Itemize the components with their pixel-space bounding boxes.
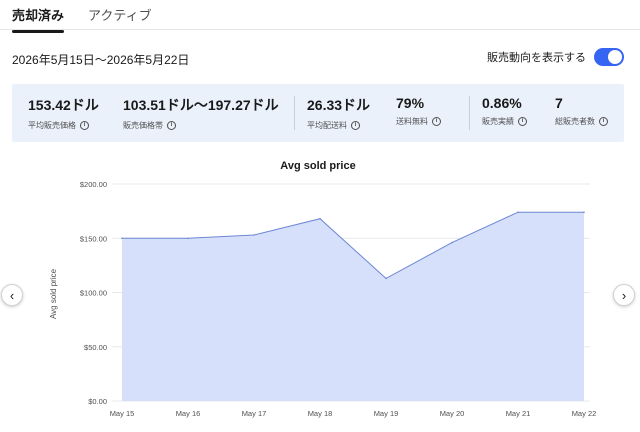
avg-sold-price-chart: Avg sold price $0.00 $50.00 $100.00 $150.00… [49,160,597,418]
stats-panel: 153.42ドル 平均販売価格 i 103.51ドル〜197.27ドル 販売価格… [12,84,624,142]
chart-prev-button[interactable]: ‹ [1,284,23,306]
tab-sold[interactable]: 売却済み [12,5,65,33]
y-tick-label: $0.00 [88,397,107,406]
x-tick-label: May 21 [506,409,531,418]
x-tick-label: May 15 [110,409,135,418]
x-tick-label: May 20 [440,409,465,418]
data-point [517,211,519,214]
info-icon[interactable]: i [599,117,608,126]
stat-label: 販売価格帯 [123,121,163,130]
info-icon[interactable]: i [167,121,176,130]
chevron-left-icon: ‹ [9,287,15,303]
data-point [451,241,453,244]
stat-label-row: 販売実績 i [482,116,527,127]
y-tick-label: $200.00 [80,180,107,189]
x-axis-ticks: May 15 May 16 May 17 May 18 May 19 May 20 May … [110,409,597,418]
stat-label: 販売実績 [482,117,514,126]
info-icon[interactable]: i [351,121,360,130]
stat-label-row: 総販売者数 i [555,116,608,127]
chart-title: Avg sold price [280,160,355,172]
data-point [583,211,585,214]
data-point [187,237,189,240]
stat-value: 26.33ドル [307,97,371,113]
trend-toggle-label: 販売動向を表示する [487,52,586,64]
x-tick-label: May 16 [176,409,201,418]
divider [469,96,470,130]
stat-label-row: 送料無料 i [396,116,441,127]
x-tick-label: May 19 [374,409,399,418]
tab-bar: 売却済み アクティブ [0,0,640,33]
area-fill [122,212,584,401]
stat-sell-through: 0.86% 販売実績 i [482,95,527,127]
info-icon[interactable]: i [518,117,527,126]
stat-value: 103.51ドル〜197.27ドル [123,97,279,113]
stat-avg-price: 153.42ドル 平均販売価格 i [28,95,99,131]
info-icon[interactable]: i [432,117,441,126]
stat-label-row: 平均販売価格 i [28,120,99,131]
y-tick-label: $150.00 [80,234,107,243]
trend-toggle-switch[interactable] [594,48,624,66]
stat-price-range: 103.51ドル〜197.27ドル 販売価格帯 i [123,95,279,131]
stat-label-row: 平均配送料 i [307,120,370,131]
stat-label: 総販売者数 [555,117,595,126]
data-point [319,217,321,220]
stat-free-shipping: 79% 送料無料 i [396,95,441,127]
trend-toggle-group: 販売動向を表示する [487,48,624,66]
y-axis-label: Avg sold price [49,268,58,319]
stat-total-sellers: 7 総販売者数 i [555,95,608,127]
stat-label: 平均販売価格 [28,121,76,130]
chevron-right-icon: › [621,287,627,303]
stat-avg-shipping: 26.33ドル 平均配送料 i [307,95,370,131]
stat-value: 153.42ドル [28,97,99,113]
x-tick-label: May 18 [308,409,333,418]
y-axis-ticks: $0.00 $50.00 $100.00 $150.00 $200.00 [80,180,107,406]
info-icon[interactable]: i [80,121,89,130]
date-range: 2026年5月15日〜2026年5月22日 [12,53,190,67]
x-tick-label: May 22 [572,409,597,418]
stat-label-row: 販売価格帯 i [123,120,279,131]
y-tick-label: $50.00 [84,343,107,352]
data-point [385,277,387,280]
x-tick-label: May 17 [242,409,267,418]
data-point [253,234,255,236]
data-point [121,237,123,240]
stat-value: 0.86% [482,95,522,111]
divider [294,96,295,130]
stat-label: 平均配送料 [307,121,347,130]
toggle-knob [608,50,622,64]
chart-next-button[interactable]: › [613,284,635,306]
stat-label: 送料無料 [396,117,428,126]
stat-value: 7 [555,95,563,111]
stat-value: 79% [396,95,425,111]
y-tick-label: $100.00 [80,289,107,298]
tab-active[interactable]: アクティブ [88,5,152,24]
